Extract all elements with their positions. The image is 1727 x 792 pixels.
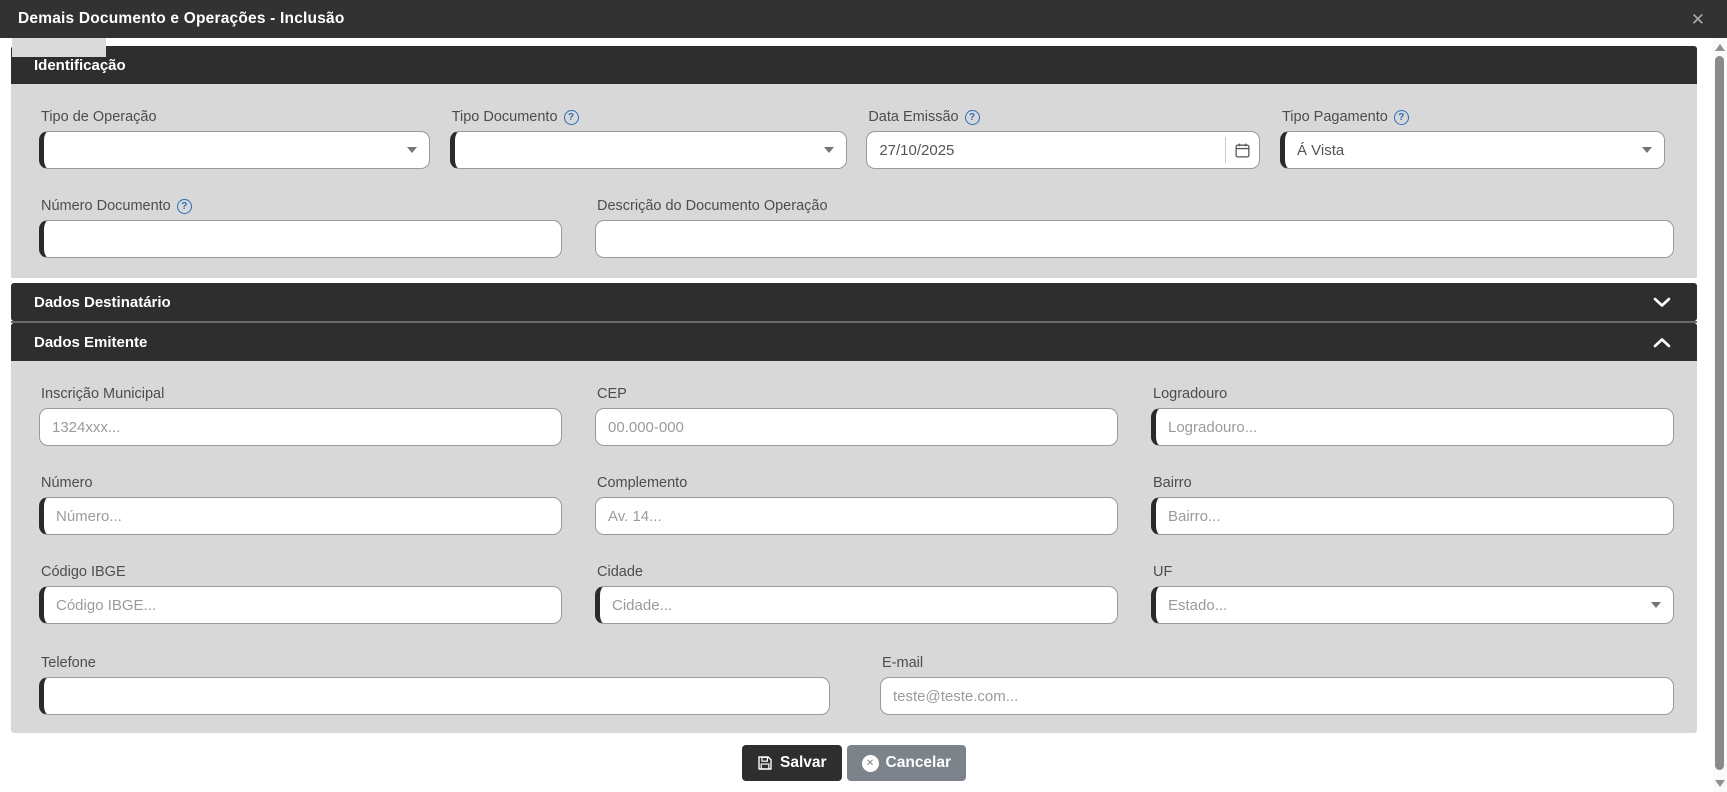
tipo-operacao-select[interactable] (39, 131, 430, 169)
section-body-identificacao: Tipo de Operação Tipo Documento ? Data E… (11, 84, 1697, 278)
help-icon[interactable]: ? (1393, 109, 1409, 125)
tipo-pagamento-select[interactable]: Á Vista (1279, 131, 1665, 169)
complemento-input[interactable] (595, 497, 1118, 535)
data-emissao-input-wrap (866, 131, 1261, 169)
field-codigo-ibge: Código IBGE (39, 563, 562, 624)
field-bairro: Bairro (1151, 474, 1674, 535)
chevron-down-icon (823, 147, 834, 153)
section-header-identificacao: Identificação (11, 46, 1697, 84)
telefone-input[interactable] (39, 677, 830, 715)
section-header-dados-emitente[interactable]: Dados Emitente (11, 323, 1697, 361)
field-numero: Número (39, 474, 562, 535)
close-icon[interactable]: ✕ (1691, 11, 1705, 28)
modal-title: Demais Documento e Operações - Inclusão (18, 10, 345, 27)
cidade-input[interactable] (595, 586, 1118, 624)
email-label: E-mail (882, 655, 924, 671)
field-descricao: Descrição do Documento Operação (595, 197, 1674, 258)
help-icon[interactable]: ? (563, 109, 579, 125)
field-tipo-documento: Tipo Documento ? (449, 108, 847, 169)
numero-label: Número (41, 475, 93, 491)
numero-input[interactable] (39, 497, 562, 535)
cep-label: CEP (597, 386, 627, 402)
tipo-documento-label: Tipo Documento ? (452, 108, 847, 126)
calendar-icon[interactable] (1234, 142, 1251, 159)
save-floppy-icon (758, 756, 772, 770)
section-body-dados-emitente: Inscrição Municipal CEP Logradouro (11, 361, 1697, 733)
cidade-label: Cidade (597, 564, 643, 580)
numero-documento-label: Número Documento ? (41, 197, 562, 215)
modal-titlebar: Demais Documento e Operações - Inclusão … (0, 0, 1727, 38)
uf-select[interactable]: Estado... (1151, 586, 1674, 624)
field-uf: UF Estado... (1151, 563, 1674, 624)
data-emissao-label: Data Emissão ? (868, 108, 1260, 126)
inscricao-municipal-input[interactable] (39, 408, 562, 446)
complemento-label: Complemento (597, 475, 688, 491)
vertical-scrollbar[interactable] (1713, 38, 1727, 792)
data-emissao-input[interactable] (879, 141, 1220, 159)
bairro-label: Bairro (1153, 475, 1192, 491)
chevron-down-icon (1641, 147, 1652, 153)
field-inscricao-municipal: Inscrição Municipal (39, 385, 562, 446)
cancel-button[interactable]: ✕ Cancelar (846, 745, 967, 781)
input-separator (1225, 137, 1227, 163)
field-numero-documento: Número Documento ? (39, 197, 562, 258)
scroll-down-icon[interactable] (1715, 780, 1725, 787)
field-cep: CEP (595, 385, 1118, 446)
chevron-down-icon (1651, 602, 1661, 608)
field-telefone: Telefone (39, 654, 830, 715)
field-complemento: Complemento (595, 474, 1118, 535)
scrollbar-thumb[interactable] (1715, 56, 1724, 770)
cep-input[interactable] (595, 408, 1118, 446)
save-button[interactable]: Salvar (741, 745, 842, 781)
chevron-down-icon (1653, 297, 1671, 308)
email-input[interactable] (880, 677, 1674, 715)
background-tab-remnant (12, 38, 106, 57)
field-tipo-operacao: Tipo de Operação (39, 108, 430, 169)
form-panel: Identificação Tipo de Operação Tipo Docu… (11, 46, 1697, 733)
logradouro-label: Logradouro (1153, 386, 1228, 402)
field-cidade: Cidade (595, 563, 1118, 624)
help-icon[interactable]: ? (964, 109, 980, 125)
descricao-label: Descrição do Documento Operação (597, 198, 828, 214)
chevron-up-icon (1653, 337, 1671, 348)
field-tipo-pagamento: Tipo Pagamento ? Á Vista (1279, 108, 1665, 169)
telefone-label: Telefone (41, 655, 96, 671)
modal-screen: Demais Documento e Operações - Inclusão … (0, 0, 1727, 792)
chevron-down-icon (407, 147, 417, 153)
logradouro-input[interactable] (1151, 408, 1674, 446)
tipo-pagamento-label: Tipo Pagamento ? (1282, 108, 1665, 126)
section-title: Dados Emitente (34, 333, 148, 351)
descricao-input[interactable] (595, 220, 1674, 258)
cancel-circle-x-icon: ✕ (861, 754, 879, 772)
scroll-up-icon[interactable] (1715, 44, 1725, 51)
section-header-dados-destinatario[interactable]: Dados Destinatário (11, 283, 1697, 321)
field-logradouro: Logradouro (1151, 385, 1674, 446)
codigo-ibge-input[interactable] (39, 586, 562, 624)
bairro-input[interactable] (1151, 497, 1674, 535)
section-title: Dados Destinatário (34, 293, 171, 311)
section-title: Identificação (34, 56, 126, 74)
field-email: E-mail (880, 654, 1674, 715)
uf-label: UF (1153, 564, 1173, 580)
tipo-operacao-label: Tipo de Operação (41, 109, 157, 125)
field-data-emissao: Data Emissão ? (866, 108, 1261, 169)
help-icon[interactable]: ? (176, 198, 192, 214)
numero-documento-input[interactable] (39, 220, 562, 258)
codigo-ibge-label: Código IBGE (41, 564, 126, 580)
tipo-documento-select[interactable] (449, 131, 847, 169)
inscricao-municipal-label: Inscrição Municipal (41, 386, 165, 402)
action-bar: Salvar ✕ Cancelar (11, 745, 1697, 781)
